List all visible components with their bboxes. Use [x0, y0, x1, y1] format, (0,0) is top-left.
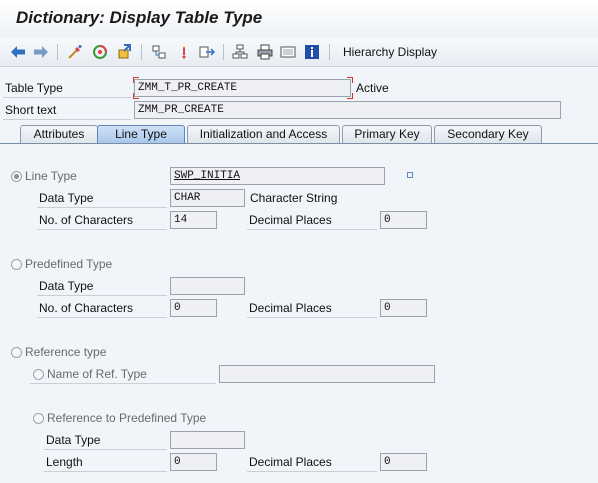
field-marker-corner — [133, 77, 139, 83]
decimal-places-field[interactable]: 0 — [380, 211, 427, 229]
reference-data-type-field[interactable] — [170, 431, 245, 449]
row-divider — [37, 295, 167, 296]
row-divider — [247, 471, 377, 472]
row-divider — [30, 383, 216, 384]
activate-icon[interactable] — [116, 44, 134, 60]
table-type-label: Table Type — [5, 81, 63, 95]
predefined-decimal-places-field[interactable]: 0 — [380, 299, 427, 317]
reference-length-label: Length — [46, 455, 83, 469]
row-divider — [3, 97, 131, 98]
predefined-type-label: Predefined Type — [25, 257, 113, 271]
hierarchy-display-button[interactable]: Hierarchy Display — [343, 45, 437, 59]
reference-to-predefined-label: Reference to Predefined Type — [47, 411, 207, 425]
status-text: Active — [356, 81, 389, 95]
predefined-type-radio[interactable] — [11, 259, 22, 270]
name-of-ref-type-radio[interactable] — [33, 369, 44, 380]
tab-initialization-and-access[interactable]: Initialization and Access — [187, 125, 340, 143]
data-type-description: Character String — [250, 191, 338, 205]
reference-decimal-places-label: Decimal Places — [249, 455, 332, 469]
decimal-places-label: Decimal Places — [249, 213, 332, 227]
name-of-ref-type-field[interactable] — [219, 365, 435, 383]
application-toolbar — [0, 38, 598, 67]
predefined-data-type-field[interactable] — [170, 277, 245, 295]
tab-line-type[interactable]: Line Type — [97, 125, 185, 143]
row-divider — [3, 119, 131, 120]
row-divider — [44, 471, 167, 472]
reference-type-label: Reference type — [25, 345, 107, 359]
tab-primary-key[interactable]: Primary Key — [342, 125, 432, 143]
page-title: Dictionary: Display Table Type — [16, 8, 263, 27]
predefined-no-of-characters-field[interactable]: 0 — [170, 299, 217, 317]
name-of-ref-type-label: Name of Ref. Type — [47, 367, 147, 381]
predefined-data-type-label: Data Type — [39, 279, 94, 293]
forward-arrow-icon[interactable] — [32, 44, 50, 60]
line-type-field[interactable]: SWP_INITIA — [170, 167, 385, 185]
information-icon[interactable] — [303, 44, 321, 60]
display-change-icon[interactable] — [91, 44, 109, 60]
toolbar-separator — [141, 44, 142, 60]
short-text-label: Short text — [5, 103, 57, 117]
line-type-value: SWP_INITIA — [174, 170, 241, 182]
no-of-characters-field[interactable]: 14 — [170, 211, 217, 229]
square-icon — [407, 172, 413, 178]
technical-settings-icon[interactable] — [175, 44, 193, 60]
reference-length-field[interactable]: 0 — [170, 453, 217, 471]
short-text-field[interactable]: ZMM_PR_CREATE — [134, 101, 561, 119]
row-divider — [44, 449, 167, 450]
display-object-list-icon[interactable] — [279, 44, 297, 60]
hierarchy-icon[interactable] — [231, 44, 249, 60]
toolbar-separator — [329, 44, 330, 60]
row-divider — [37, 207, 167, 208]
data-type-label: Data Type — [39, 191, 94, 205]
line-type-radio[interactable] — [11, 171, 22, 182]
predefined-no-of-characters-label: No. of Characters — [39, 301, 134, 315]
where-used-icon[interactable] — [150, 44, 168, 60]
print-icon[interactable] — [256, 44, 274, 60]
line-type-label: Line Type — [25, 169, 77, 183]
field-marker-corner — [347, 93, 353, 99]
toolbar-separator — [57, 44, 58, 60]
row-divider — [37, 317, 167, 318]
reference-data-type-label: Data Type — [46, 433, 101, 447]
reference-decimal-places-field[interactable]: 0 — [380, 453, 427, 471]
reference-type-radio[interactable] — [11, 347, 22, 358]
navigation-icon[interactable] — [198, 44, 216, 60]
table-type-field[interactable]: ZMM_T_PR_CREATE — [134, 79, 351, 97]
predefined-decimal-places-label: Decimal Places — [249, 301, 332, 315]
data-type-field[interactable]: CHAR — [170, 189, 245, 207]
row-divider — [247, 229, 377, 230]
field-marker-corner — [133, 93, 139, 99]
row-divider — [37, 229, 167, 230]
no-of-characters-label: No. of Characters — [39, 213, 134, 227]
other-object-icon[interactable] — [66, 44, 84, 60]
tab-attributes[interactable]: Attributes — [20, 125, 98, 143]
row-divider — [247, 317, 377, 318]
toolbar-separator — [223, 44, 224, 60]
tab-secondary-key[interactable]: Secondary Key — [434, 125, 542, 143]
reference-to-predefined-radio[interactable] — [33, 413, 44, 424]
field-marker-corner — [347, 77, 353, 83]
back-arrow-icon[interactable] — [9, 44, 27, 60]
